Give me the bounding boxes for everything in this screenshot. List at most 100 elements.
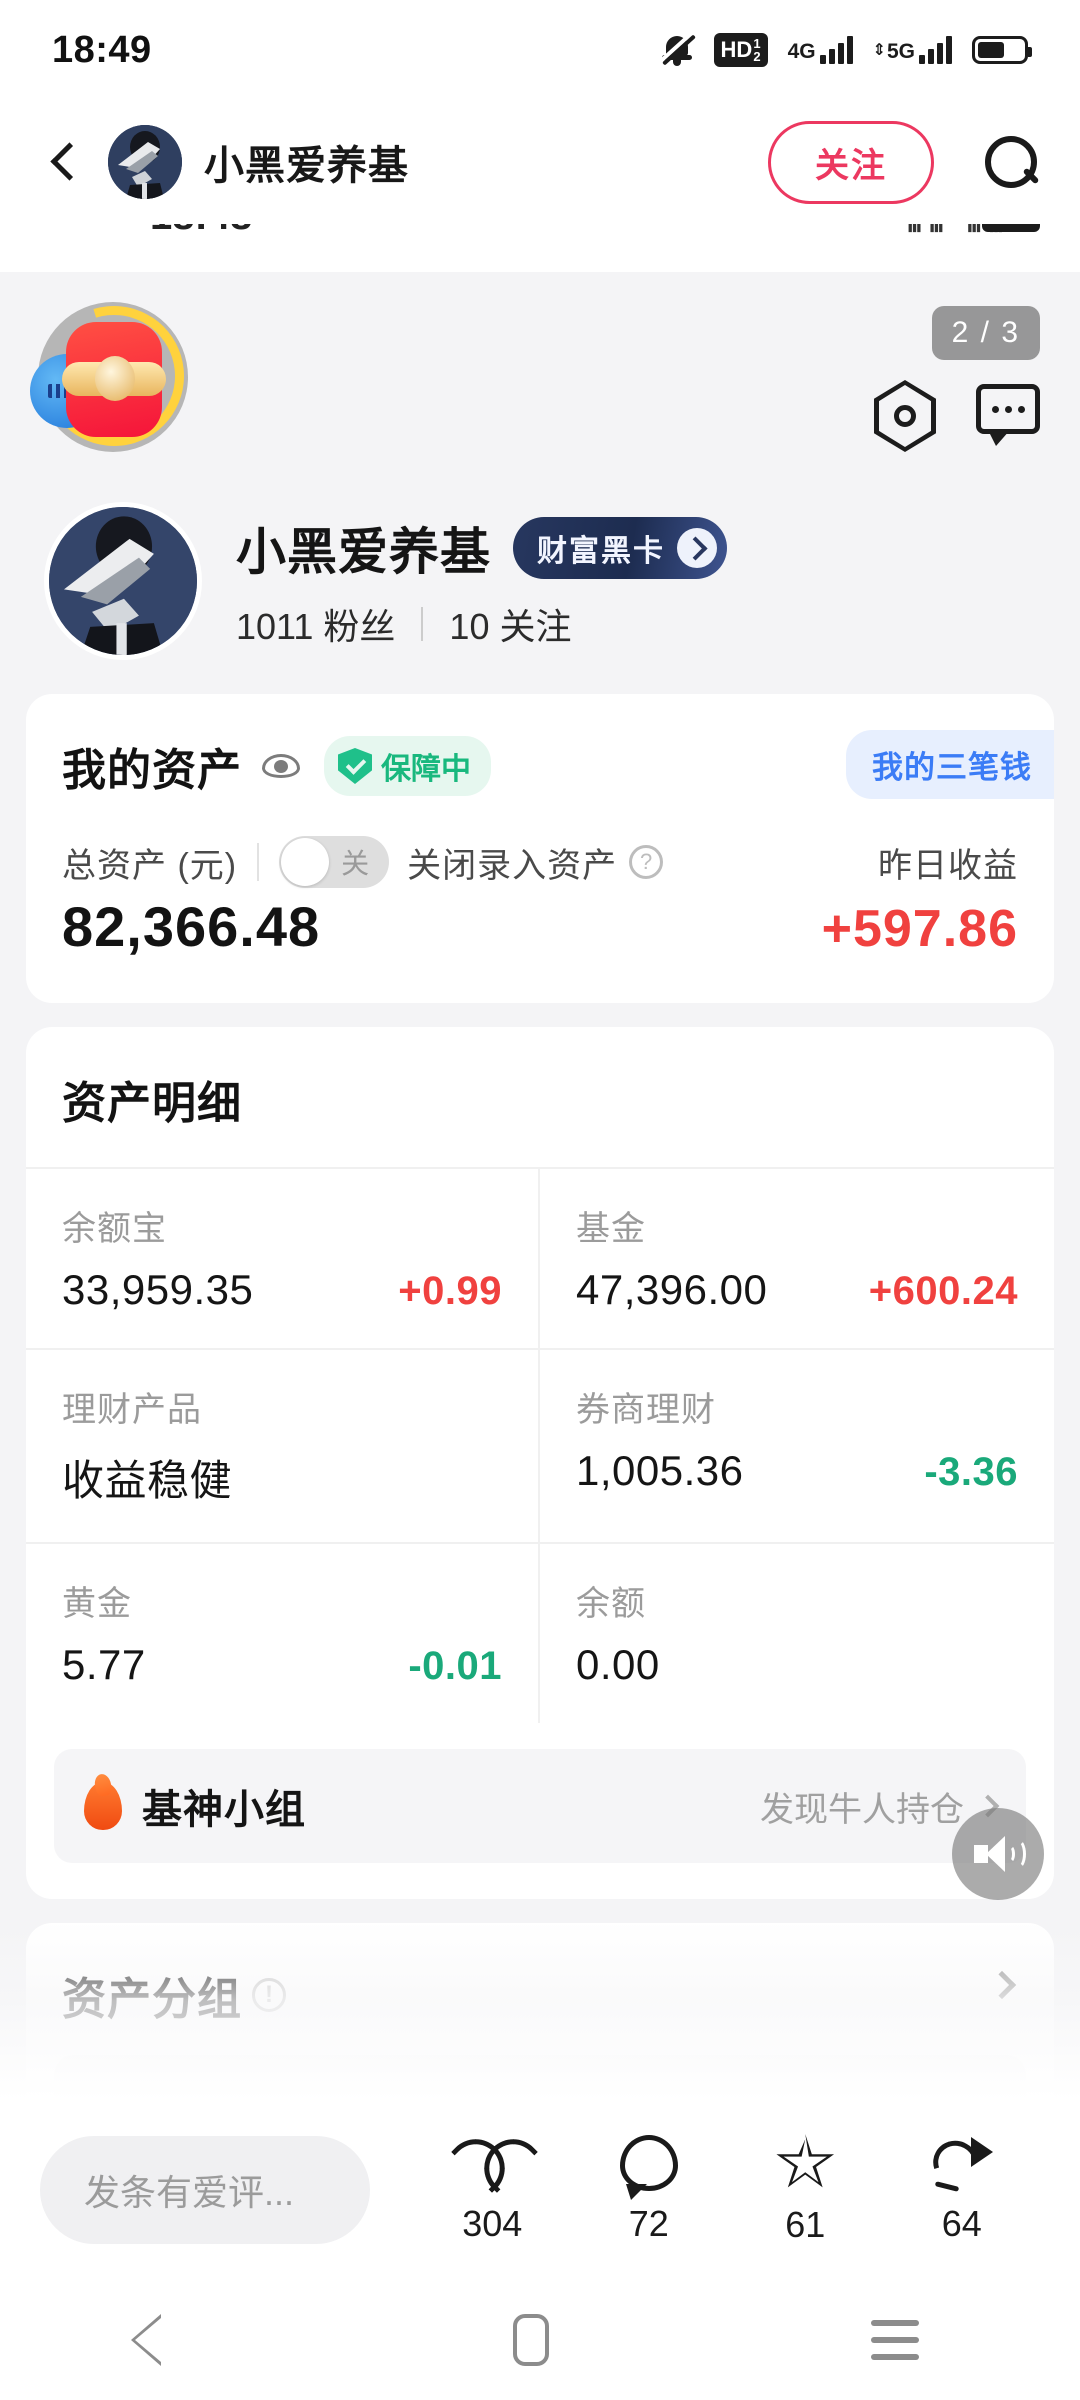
stats-divider bbox=[421, 607, 424, 641]
status-bar: 18:49 HD 1 2 4G ⇕ 5G bbox=[0, 0, 1080, 100]
asset-value: 1,005.36 bbox=[576, 1447, 744, 1494]
asset-cell[interactable]: 黄金 5.77 -0.01 bbox=[26, 1542, 540, 1723]
row-divider bbox=[257, 843, 260, 881]
asset-label: 券商理财 bbox=[576, 1391, 716, 1429]
inner-status-time: 18:48 bbox=[150, 224, 252, 239]
profile-name-row: 小黑爱养基 财富黑卡 bbox=[236, 512, 727, 584]
question-mark-icon[interactable]: ? bbox=[629, 845, 664, 879]
asset-change: -0.01 bbox=[408, 1644, 502, 1688]
avatar[interactable] bbox=[44, 502, 202, 660]
like-count: 304 bbox=[462, 2203, 523, 2244]
nav-menu-icon[interactable] bbox=[871, 2320, 919, 2360]
yesterday-profit-value: +597.86 bbox=[821, 900, 1018, 958]
asset-label: 余额 bbox=[576, 1585, 646, 1623]
bell-muted-icon bbox=[660, 32, 696, 68]
speaker-volume-button[interactable] bbox=[952, 1808, 1044, 1900]
comment-bubble-icon[interactable] bbox=[976, 384, 1040, 448]
asset-label: 余额宝 bbox=[62, 1210, 167, 1248]
group-banner[interactable]: 基神小组 发现牛人持仓 bbox=[54, 1749, 1026, 1863]
asset-category-card: 资产分组 ! 创建资产分组，理财管理更方便 支持自定义同步，放在等多类型设分组 bbox=[26, 1923, 1054, 2100]
following-count[interactable]: 10 关注 bbox=[449, 598, 571, 650]
chevron-right-icon bbox=[677, 528, 717, 568]
asset-cell[interactable]: 理财产品 收益稳健 bbox=[26, 1348, 540, 1542]
profile-name: 小黑爱养基 bbox=[236, 524, 491, 580]
total-assets-label: 总资产 (元) bbox=[62, 846, 238, 885]
avatar-artwork bbox=[108, 125, 182, 199]
status-bar-icons: HD 1 2 4G ⇕ 5G bbox=[660, 32, 1032, 68]
eye-icon[interactable] bbox=[260, 745, 302, 787]
toggle-description: 关闭录入资产 bbox=[407, 846, 618, 885]
promo-headline: 创建资产分组，理财管理更方便 bbox=[54, 2091, 1026, 2100]
signal-4g-icon: 4G bbox=[788, 36, 853, 64]
my-assets-title: 我的资产 bbox=[62, 746, 242, 795]
vip-badge[interactable]: 财富黑卡 bbox=[513, 517, 727, 579]
yesterday-profit-label: 昨日收益 bbox=[878, 846, 1018, 885]
asset-entry-toggle[interactable]: 关 bbox=[279, 836, 390, 888]
vip-badge-label: 财富黑卡 bbox=[537, 535, 665, 568]
asset-label: 基金 bbox=[576, 1210, 646, 1248]
flame-icon bbox=[84, 1782, 122, 1830]
share-icon bbox=[925, 2132, 993, 2194]
nav-back-icon[interactable] bbox=[131, 2314, 191, 2366]
status-badge[interactable]: 保障中 bbox=[324, 736, 491, 796]
asset-category-header: 资产分组 ! bbox=[26, 1963, 1054, 2027]
hero-tools bbox=[874, 380, 1040, 452]
asset-cell[interactable]: 基金 47,396.00 +600.24 bbox=[540, 1167, 1054, 1348]
comment-icon bbox=[619, 2135, 678, 2200]
android-nav-bar bbox=[0, 2280, 1080, 2400]
asset-cell[interactable]: 余额 0.00 bbox=[540, 1542, 1054, 1723]
asset-value: 5.77 bbox=[62, 1641, 146, 1688]
asset-category-title: 资产分组 bbox=[62, 1975, 242, 2024]
hexagon-record-icon[interactable] bbox=[874, 380, 936, 452]
hd-voice-icon: HD 1 2 bbox=[713, 33, 768, 67]
create-group-promo[interactable]: 创建资产分组，理财管理更方便 支持自定义同步，放在等多类型设分组 bbox=[54, 2055, 1026, 2100]
asset-value: 收益稳健 bbox=[62, 1457, 233, 1504]
comment-input[interactable]: 发条有爱评... bbox=[40, 2136, 370, 2244]
signal-5g-icon: ⇕ 5G bbox=[873, 36, 952, 64]
avatar-artwork bbox=[49, 507, 197, 655]
nav-home-icon[interactable] bbox=[513, 2314, 549, 2366]
asset-detail-grid: 余额宝 33,959.35 +0.99 基金 47,396.00 +600.24 理… bbox=[26, 1167, 1054, 1723]
asset-cell[interactable]: 券商理财 1,005.36 -3.36 bbox=[540, 1348, 1054, 1542]
comment-count: 72 bbox=[628, 2203, 669, 2244]
action-buttons: 304 72 61 64 bbox=[414, 2132, 1041, 2246]
comment-button[interactable]: 72 bbox=[571, 2135, 728, 2245]
status-bar-time: 18:49 bbox=[52, 28, 152, 71]
three-money-button[interactable]: 我的三笔钱 bbox=[846, 730, 1054, 799]
like-button[interactable]: 304 bbox=[414, 2135, 571, 2245]
asset-change: -3.36 bbox=[924, 1450, 1018, 1494]
search-icon[interactable] bbox=[982, 133, 1040, 191]
asset-label: 黄金 bbox=[62, 1585, 132, 1623]
inner-status-bar: 18:48 ⦀⦀ ⦀⦀ bbox=[0, 224, 1080, 272]
toggle-state-label: 关 bbox=[341, 848, 370, 879]
asset-value: 33,959.35 bbox=[62, 1266, 254, 1313]
info-circle-icon[interactable]: ! bbox=[252, 1978, 286, 2012]
share-count: 64 bbox=[941, 2203, 982, 2244]
asset-detail-title: 资产明细 bbox=[62, 1079, 242, 1128]
share-button[interactable]: 64 bbox=[884, 2132, 1041, 2245]
followers-count[interactable]: 1011 粉丝 bbox=[236, 598, 395, 650]
speaker-volume-icon bbox=[972, 1832, 1026, 1876]
chevron-left-icon[interactable] bbox=[40, 139, 86, 185]
follow-button[interactable]: 关注 bbox=[768, 120, 934, 204]
header-avatar[interactable] bbox=[108, 125, 182, 199]
asset-change: +600.24 bbox=[868, 1269, 1018, 1313]
my-assets-header: 我的资产 保障中 我的三笔钱 bbox=[26, 694, 1054, 799]
my-assets-card: 我的资产 保障中 我的三笔钱 总资产 (元) 关 关闭录入资产 ? 昨日收益 8… bbox=[26, 694, 1054, 1003]
guard-badge-label: 保障中 bbox=[381, 753, 471, 786]
favorite-button[interactable]: 61 bbox=[727, 2134, 884, 2246]
bottom-action-bar: 发条有爱评... 304 72 61 64 bbox=[0, 2100, 1080, 2280]
asset-label: 理财产品 bbox=[62, 1391, 202, 1429]
asset-cell[interactable]: 余额宝 33,959.35 +0.99 bbox=[26, 1167, 540, 1348]
star-icon bbox=[776, 2134, 835, 2188]
signal-5g-label: 5G bbox=[886, 40, 915, 63]
inner-status-battery bbox=[982, 224, 1040, 232]
asset-value: 47,396.00 bbox=[576, 1266, 768, 1313]
shared-screenshot-content: 18:48 ⦀⦀ ⦀⦀ 2 / 3 bbox=[0, 224, 1080, 2100]
asset-change: +0.99 bbox=[398, 1269, 502, 1313]
total-assets-row: 总资产 (元) 关 关闭录入资产 ? 昨日收益 bbox=[26, 798, 1054, 888]
page-indicator: 2 / 3 bbox=[931, 306, 1040, 360]
total-assets-value: 82,366.48 bbox=[62, 895, 321, 958]
toggle-knob bbox=[281, 838, 330, 886]
favorite-count: 61 bbox=[785, 2204, 826, 2245]
